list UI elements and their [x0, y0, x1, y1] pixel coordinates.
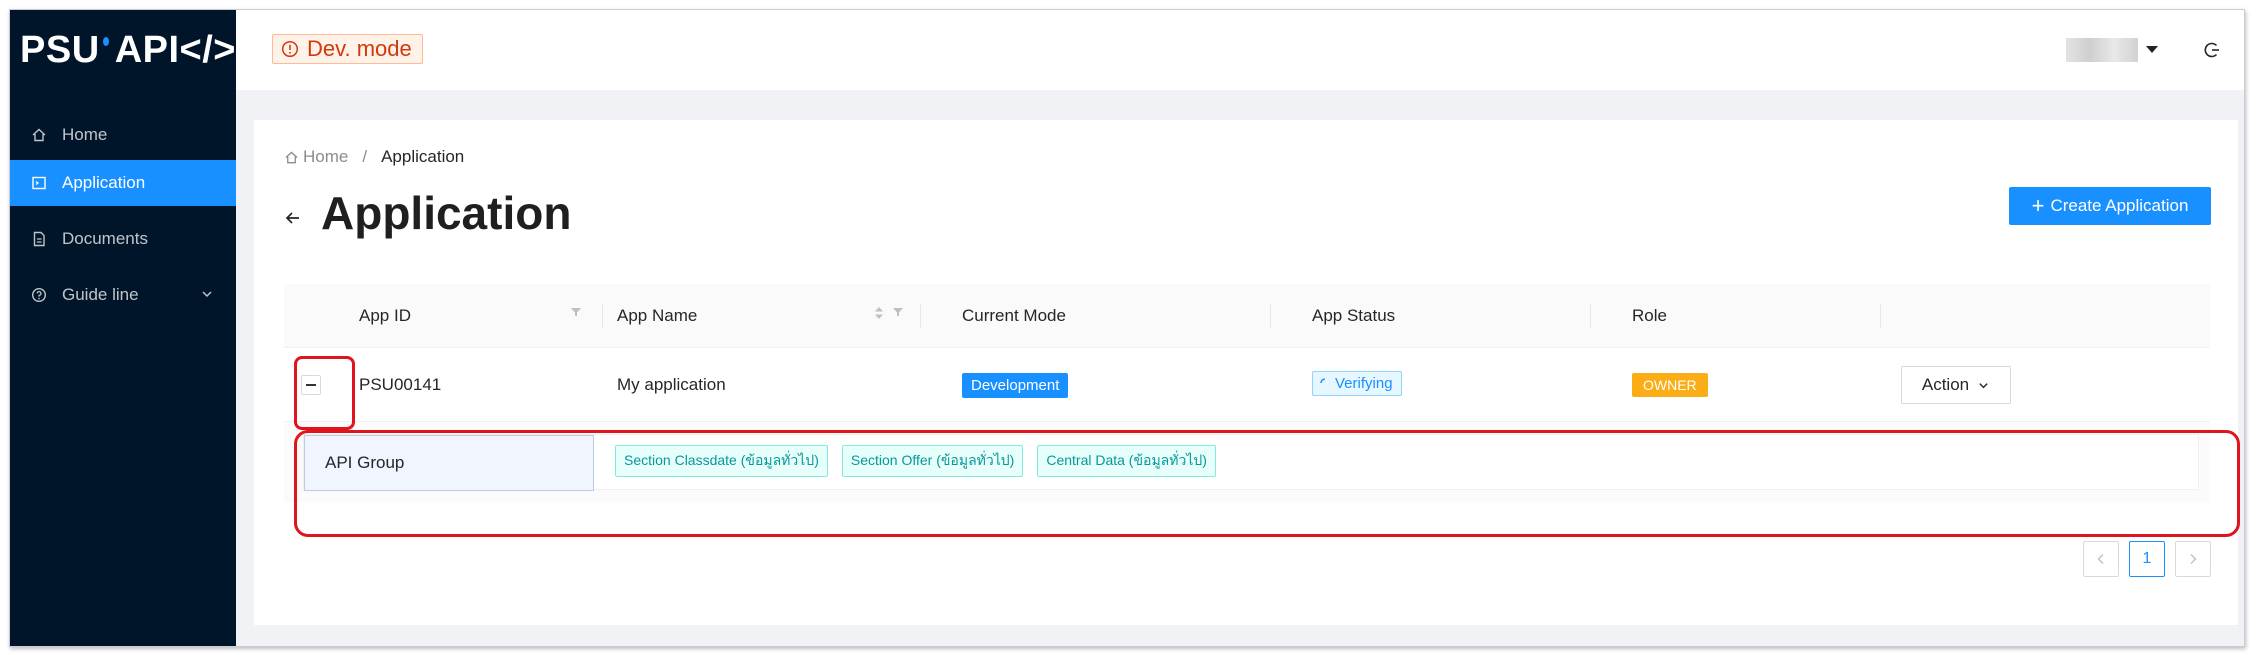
cell-app-name: My application [617, 375, 726, 394]
breadcrumb: Home / Application [284, 147, 464, 167]
exclamation-circle-icon [281, 40, 299, 58]
status-text: Verifying [1335, 374, 1393, 392]
column-divider [602, 304, 603, 328]
cell-role: OWNER [1632, 348, 1708, 422]
chevron-down-icon [200, 286, 214, 306]
logo-api: API</> [114, 28, 236, 71]
column-header-app-status: App Status [1312, 306, 1396, 325]
sidebar-item-label: Documents [62, 229, 148, 248]
content-card: Home / Application Application + Create … [254, 120, 2238, 625]
create-application-button[interactable]: + Create Application [2009, 187, 2211, 225]
cell-action: Action [1901, 348, 2011, 422]
cell-current-mode: Development [962, 348, 1069, 422]
home-icon [284, 150, 299, 165]
pagination: 1 [2083, 541, 2211, 577]
column-divider [920, 304, 921, 328]
cell-app-id: PSU00141 [359, 375, 442, 394]
sidebar-item-documents[interactable]: Documents [10, 216, 236, 262]
logout-icon[interactable] [2202, 40, 2222, 65]
column-header-app-name: App Name [617, 306, 698, 325]
breadcrumb-separator: / [362, 147, 368, 166]
plus-icon: + [2031, 193, 2045, 218]
dev-mode-badge: Dev. mode [272, 34, 423, 64]
create-application-label: Create Application [2050, 196, 2189, 215]
prev-page-button[interactable] [2083, 541, 2119, 577]
document-icon [30, 230, 48, 248]
question-circle-icon [30, 286, 48, 304]
back-arrow-icon[interactable] [284, 209, 302, 232]
page-title: Application [321, 187, 572, 239]
column-divider [1270, 304, 1271, 328]
caret-down-icon[interactable] [2146, 46, 2158, 53]
home-icon [30, 126, 48, 144]
cell-app-status: Verifying [1312, 346, 1402, 420]
column-divider [1880, 304, 1881, 328]
breadcrumb-home[interactable]: Home [303, 147, 348, 167]
chevron-down-icon [1977, 379, 1990, 392]
mode-tag: Development [962, 372, 1069, 398]
application-icon [30, 174, 48, 192]
sidebar-item-label: Application [62, 173, 146, 192]
logo-dot [102, 36, 109, 46]
sidebar-item-label: Home [62, 125, 108, 144]
filter-icon[interactable] [892, 306, 904, 318]
logo-psu: PSU [20, 28, 100, 71]
sort-icon[interactable] [874, 306, 884, 320]
sidebar-item-label: Guide line [62, 285, 139, 304]
top-header: Dev. mode [236, 10, 2244, 90]
breadcrumb-current: Application [381, 147, 465, 166]
sidebar-item-home[interactable]: Home [10, 112, 236, 158]
column-header-current-mode: Current Mode [962, 306, 1066, 325]
app-window: PSU API</> Home Application Documents Gu… [9, 9, 2245, 647]
highlight-expand-button [294, 356, 355, 430]
next-page-button[interactable] [2175, 541, 2211, 577]
page-number-button[interactable]: 1 [2129, 541, 2165, 577]
column-header-role: Role [1632, 306, 1667, 325]
column-header-app-id: App ID [359, 306, 411, 325]
role-tag: OWNER [1632, 373, 1708, 397]
column-divider [1590, 304, 1591, 328]
filter-icon[interactable] [570, 306, 582, 318]
user-name[interactable] [2066, 38, 2138, 62]
sidebar-item-application[interactable]: Application [10, 160, 236, 206]
status-badge: Verifying [1312, 370, 1402, 396]
sidebar: PSU API</> Home Application Documents Gu… [10, 10, 236, 646]
table-header: App ID App Name Current Mode App Status … [284, 284, 2210, 348]
action-label: Action [1921, 375, 1970, 394]
logo[interactable]: PSU API</> [10, 10, 236, 90]
loading-icon [1319, 377, 1331, 389]
table-row: PSU00141 My application Development Veri… [284, 348, 2210, 422]
highlight-api-group [294, 430, 2240, 537]
sidebar-item-guideline[interactable]: Guide line [10, 272, 236, 318]
dev-mode-text: Dev. mode [307, 36, 412, 61]
action-dropdown-button[interactable]: Action [1901, 366, 2011, 404]
